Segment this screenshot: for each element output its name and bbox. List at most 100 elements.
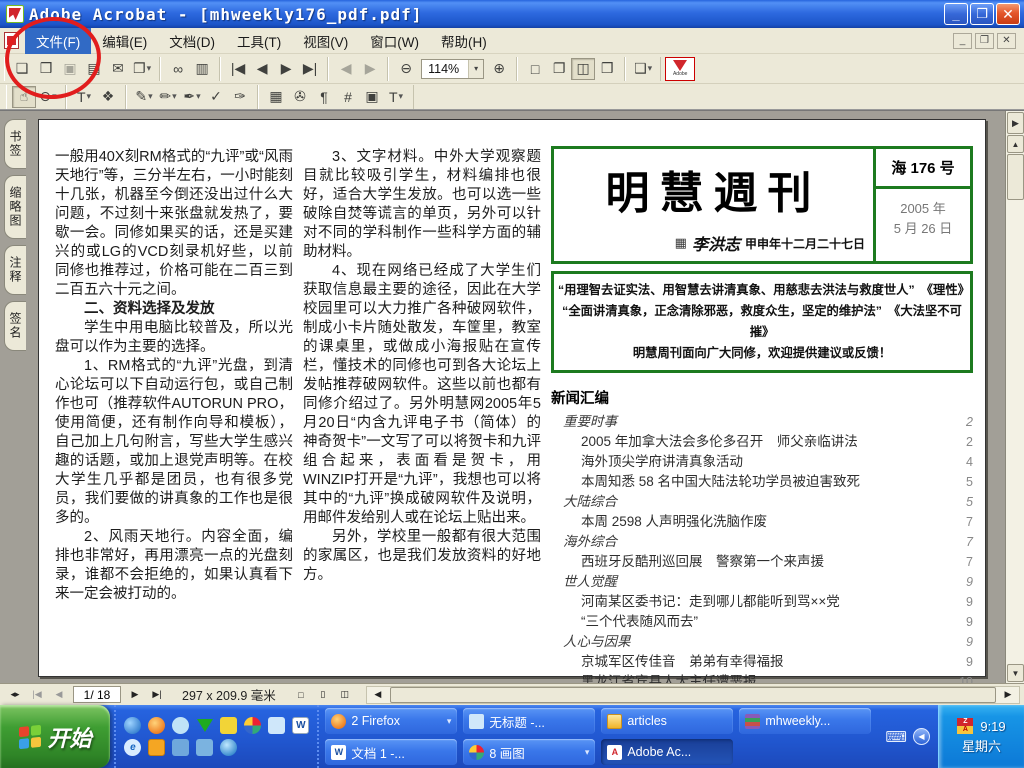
clock-app-icon[interactable] — [148, 739, 165, 756]
zoom-out-button[interactable]: ⊖ — [394, 58, 418, 80]
crop-tool-button[interactable]: # — [336, 86, 360, 108]
word-icon[interactable]: W — [292, 717, 309, 734]
tab-bookmarks[interactable]: 书签 — [4, 119, 26, 169]
menu-edit[interactable]: 编辑(E) — [91, 28, 158, 54]
zoom-level-combo[interactable]: 114% ▾ — [421, 59, 484, 79]
internet-globe-icon[interactable] — [124, 717, 141, 734]
status-previous-page-button[interactable]: ◀ — [49, 686, 69, 704]
previous-page-button[interactable]: ◀ — [250, 58, 274, 80]
page-number-input[interactable] — [73, 686, 121, 703]
scroll-down-button[interactable]: ▼ — [1007, 664, 1024, 682]
paint-palette-icon[interactable] — [244, 717, 261, 734]
scroll-right-button[interactable]: ▶ — [998, 686, 1018, 704]
save-button[interactable]: ▣ — [58, 58, 82, 80]
pencil-tool-button[interactable]: ✏▾ — [156, 86, 180, 108]
last-page-button[interactable]: ▶| — [298, 58, 322, 80]
mdi-minimize-button[interactable]: _ — [953, 33, 972, 49]
menu-view[interactable]: 视图(V) — [292, 28, 359, 54]
restore-button[interactable]: ❐ — [970, 3, 994, 25]
download-arrow-icon[interactable] — [196, 717, 213, 734]
fit-width-button[interactable]: ◫ — [571, 58, 595, 80]
start-button[interactable]: 开始 — [0, 705, 110, 768]
search-button[interactable]: ∞ — [166, 58, 190, 80]
single-page-mode-button[interactable]: □ — [291, 686, 311, 704]
export-button[interactable]: ❐▾ — [130, 58, 154, 80]
email-button[interactable]: ✉ — [106, 58, 130, 80]
internet-explorer-icon[interactable]: e — [124, 739, 141, 756]
vertical-scroll-thumb[interactable] — [1007, 154, 1024, 200]
first-page-button[interactable]: |◀ — [226, 58, 250, 80]
open-web-page-button[interactable]: ❒ — [34, 58, 58, 80]
zoom-tool-button[interactable]: ⊙▾ — [36, 86, 60, 108]
actual-size-button[interactable]: □ — [523, 58, 547, 80]
continuous-mode-button[interactable]: ▯ — [313, 686, 333, 704]
taskbar-button-paint[interactable]: 8 画图 ▾ — [463, 739, 595, 765]
status-first-page-button[interactable]: |◀ — [27, 686, 47, 704]
menu-tools[interactable]: 工具(T) — [226, 28, 292, 54]
tray-collapse-chevron[interactable]: ◀ — [913, 728, 930, 745]
my-computer-icon[interactable] — [172, 739, 189, 756]
pane-splitter-button[interactable]: ◂▸ — [5, 686, 25, 704]
taskbar-button-untitled-notepad[interactable]: 无标题 -... — [463, 708, 595, 734]
taskbar-button-adobe-acrobat[interactable]: A Adobe Ac... — [601, 739, 733, 765]
rotate-view-button[interactable]: ❒ — [595, 58, 619, 80]
taskbar-button-word-document[interactable]: W 文档 1 -... — [325, 739, 457, 765]
minimize-button[interactable]: _ — [944, 3, 968, 25]
text-field-tool-button[interactable]: T▾ — [384, 86, 408, 108]
close-button[interactable]: ✕ — [996, 3, 1020, 25]
spellcheck-button[interactable]: ✓ — [204, 86, 228, 108]
scroll-left-button[interactable]: ◀ — [368, 686, 388, 704]
facing-mode-button[interactable]: ◫ — [335, 686, 355, 704]
tray-clock[interactable]: 9:19 — [980, 719, 1005, 734]
taskbar-button-mhweekly-archive[interactable]: mhweekly... — [739, 708, 871, 734]
menu-file[interactable]: 文件(F) — [25, 28, 91, 54]
adobe-logo-button[interactable]: Adobe — [665, 57, 695, 81]
article-tool-button[interactable]: ¶ — [312, 86, 336, 108]
tab-thumbnails[interactable]: 缩略图 — [4, 175, 26, 239]
print-button[interactable]: ▤ — [82, 58, 106, 80]
note-tool-button[interactable]: ✎▾ — [132, 86, 156, 108]
outlook-icon[interactable] — [196, 739, 213, 756]
fit-page-button[interactable]: ❐ — [547, 58, 571, 80]
mdi-restore-button[interactable]: ❐ — [975, 33, 994, 49]
zoom-in-button[interactable]: ⊕ — [487, 58, 511, 80]
snapshot-tool-button[interactable]: ❖ — [96, 86, 120, 108]
create-pdf-button[interactable]: ❑▾ — [631, 58, 655, 80]
movie-tool-button[interactable]: ▦ — [264, 86, 288, 108]
stamp-tool-button[interactable]: ✑ — [228, 86, 252, 108]
zonealarm-icon[interactable]: ZA — [957, 718, 973, 734]
horizontal-scroll-thumb[interactable] — [390, 687, 996, 703]
highlight-tool-button[interactable]: ✒▾ — [180, 86, 204, 108]
search-results-button[interactable]: ▥ — [190, 58, 214, 80]
pencil-app-icon[interactable] — [220, 717, 237, 734]
chevron-down-icon[interactable]: ▾ — [468, 60, 483, 78]
text-select-tool-button[interactable]: T▾ — [72, 86, 96, 108]
next-view-button[interactable]: ▶ — [358, 58, 382, 80]
status-next-page-button[interactable]: ▶ — [125, 686, 145, 704]
taskbar-button-articles-folder[interactable]: articles — [601, 708, 733, 734]
status-last-page-button[interactable]: ▶| — [147, 686, 167, 704]
taskbar-button-firefox[interactable]: 2 Firefox ▾ — [325, 708, 457, 734]
notepad-icon[interactable] — [268, 717, 285, 734]
search-icon: ∞ — [173, 61, 183, 77]
previous-view-button[interactable]: ◀ — [334, 58, 358, 80]
horizontal-scrollbar[interactable]: ◀ ▶ — [366, 686, 1020, 704]
firefox-icon[interactable] — [148, 717, 165, 734]
hide-pane-arrow-button[interactable]: ▶ — [1007, 112, 1024, 134]
form-tool-button[interactable]: ▣ — [360, 86, 384, 108]
tab-signatures[interactable]: 签名 — [4, 301, 26, 351]
menu-document[interactable]: 文档(D) — [158, 28, 226, 54]
next-page-button[interactable]: ▶ — [274, 58, 298, 80]
messenger-icon[interactable] — [172, 717, 189, 734]
open-button[interactable]: ❏ — [10, 58, 34, 80]
menu-window[interactable]: 窗口(W) — [359, 28, 430, 54]
hand-tool-button[interactable]: ☝ — [12, 86, 36, 108]
mdi-close-button[interactable]: ✕ — [997, 33, 1016, 49]
scroll-up-button[interactable]: ▲ — [1007, 135, 1024, 153]
keyboard-icon[interactable]: ⌨ — [885, 728, 907, 746]
media-player-icon[interactable] — [220, 739, 237, 756]
tab-comments[interactable]: 注释 — [4, 245, 26, 295]
menu-help[interactable]: 帮助(H) — [430, 28, 498, 54]
vertical-scrollbar[interactable]: ▶ ▲ ▼ — [1005, 111, 1024, 683]
link-tool-button[interactable]: ✇ — [288, 86, 312, 108]
